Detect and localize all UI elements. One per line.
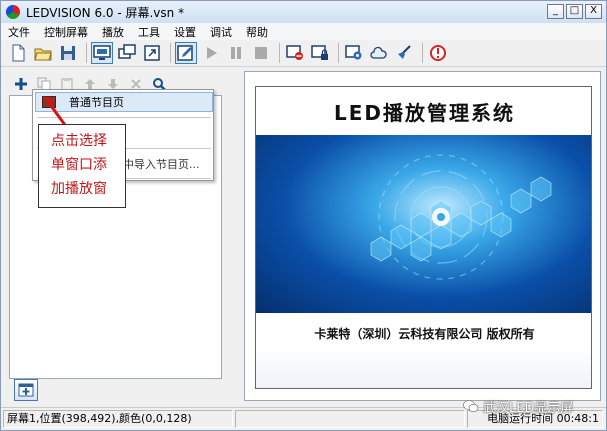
edit-icon	[177, 45, 193, 61]
minimize-button[interactable]: _	[547, 4, 564, 19]
screen-lock-icon	[311, 45, 328, 60]
menu-help[interactable]: 帮助	[239, 24, 275, 40]
close-button[interactable]: X	[585, 4, 602, 19]
hexagon-graphic	[370, 154, 552, 280]
screen-lock-button[interactable]	[309, 42, 331, 64]
toolbar-separator	[422, 43, 423, 63]
menu-control-screen[interactable]: 控制屏幕	[37, 24, 95, 40]
play-button[interactable]	[200, 42, 222, 64]
title-bar: LEDVISION 6.0 - 屏幕.vsn * _ □ X	[1, 1, 606, 23]
menu-settings[interactable]: 设置	[167, 24, 203, 40]
window-title: LEDVISION 6.0 - 屏幕.vsn *	[26, 5, 185, 20]
cloud-button[interactable]	[368, 42, 390, 64]
menu-tools[interactable]: 工具	[131, 24, 167, 40]
preview-panel: LED播放管理系统 卡莱特（深圳）云科技有限公司 版权所有	[244, 71, 601, 401]
add-program-page-button[interactable]	[14, 379, 38, 401]
fullscreen-button[interactable]	[141, 42, 163, 64]
windowed-icon	[118, 44, 136, 59]
menu-bar: 文件 控制屏幕 播放 工具 设置 调试 帮助	[1, 23, 606, 40]
status-position: 屏幕1,位置(398,492),颜色(0,0,128)	[3, 410, 233, 428]
main-toolbar	[1, 40, 606, 67]
screen-mode-button[interactable]	[91, 42, 113, 64]
menu-debug[interactable]: 调试	[203, 24, 239, 40]
pause-button[interactable]	[225, 42, 247, 64]
callout-line-3: 加播放窗	[51, 181, 107, 197]
status-empty-cell	[235, 410, 465, 428]
watermark-text: 武汉LED显示屏	[483, 401, 574, 416]
clean-button[interactable]	[393, 42, 415, 64]
app-logo-icon	[6, 5, 20, 19]
open-button[interactable]	[32, 42, 54, 64]
menu-item-import-page[interactable]: 中导入节目页...	[123, 156, 200, 172]
menu-item-normal-page-label: 普通节目页	[69, 96, 124, 109]
screen-off-icon	[286, 45, 303, 60]
toolbar-separator	[338, 43, 339, 63]
callout-line-1: 点击选择	[51, 133, 107, 149]
cloud-icon	[370, 46, 387, 59]
pause-icon	[231, 47, 241, 59]
preview-bottom-area	[256, 345, 591, 388]
toolbar-separator	[279, 43, 280, 63]
app-window: LEDVISION 6.0 - 屏幕.vsn * _ □ X 文件 控制屏幕 播…	[0, 0, 607, 431]
info-button[interactable]	[427, 42, 449, 64]
preview-banner-image	[256, 135, 591, 313]
stop-icon	[255, 47, 267, 59]
toolbar-separator	[86, 43, 87, 63]
screen-settings-button[interactable]	[343, 42, 365, 64]
open-folder-icon	[34, 48, 52, 61]
screen-monitor-icon	[93, 45, 111, 60]
play-icon	[207, 47, 217, 59]
new-file-icon	[12, 44, 25, 62]
stop-button[interactable]	[250, 42, 272, 64]
window-controls: _ □ X	[547, 4, 602, 19]
windowed-button[interactable]	[116, 42, 138, 64]
fullscreen-icon	[144, 45, 160, 61]
screen-settings-icon	[345, 45, 362, 60]
wechat-icon	[463, 400, 479, 413]
screen-preview[interactable]: LED播放管理系统 卡莱特（深圳）云科技有限公司 版权所有	[255, 86, 592, 389]
save-icon	[61, 46, 75, 60]
preview-copyright: 卡莱特（深圳）云科技有限公司 版权所有	[314, 327, 535, 341]
preview-title: LED播放管理系统	[333, 101, 515, 125]
broom-icon	[398, 45, 411, 59]
watermark: 武汉LED显示屏	[463, 397, 573, 416]
callout-line-2: 单窗口添	[51, 157, 107, 173]
maximize-button[interactable]: □	[566, 4, 583, 19]
instruction-callout: 点击选择 单窗口添 加播放窗	[38, 124, 126, 208]
save-button[interactable]	[57, 42, 79, 64]
add-page-icon[interactable]	[13, 76, 29, 92]
info-icon	[430, 45, 446, 61]
callout-arrow-icon	[44, 96, 67, 126]
screen-off-button[interactable]	[284, 42, 306, 64]
edit-button[interactable]	[175, 42, 197, 64]
toolbar-separator	[170, 43, 171, 63]
new-file-button[interactable]	[7, 42, 29, 64]
menu-file[interactable]: 文件	[1, 24, 37, 40]
menu-play[interactable]: 播放	[95, 24, 131, 40]
add-program-icon	[18, 383, 34, 397]
